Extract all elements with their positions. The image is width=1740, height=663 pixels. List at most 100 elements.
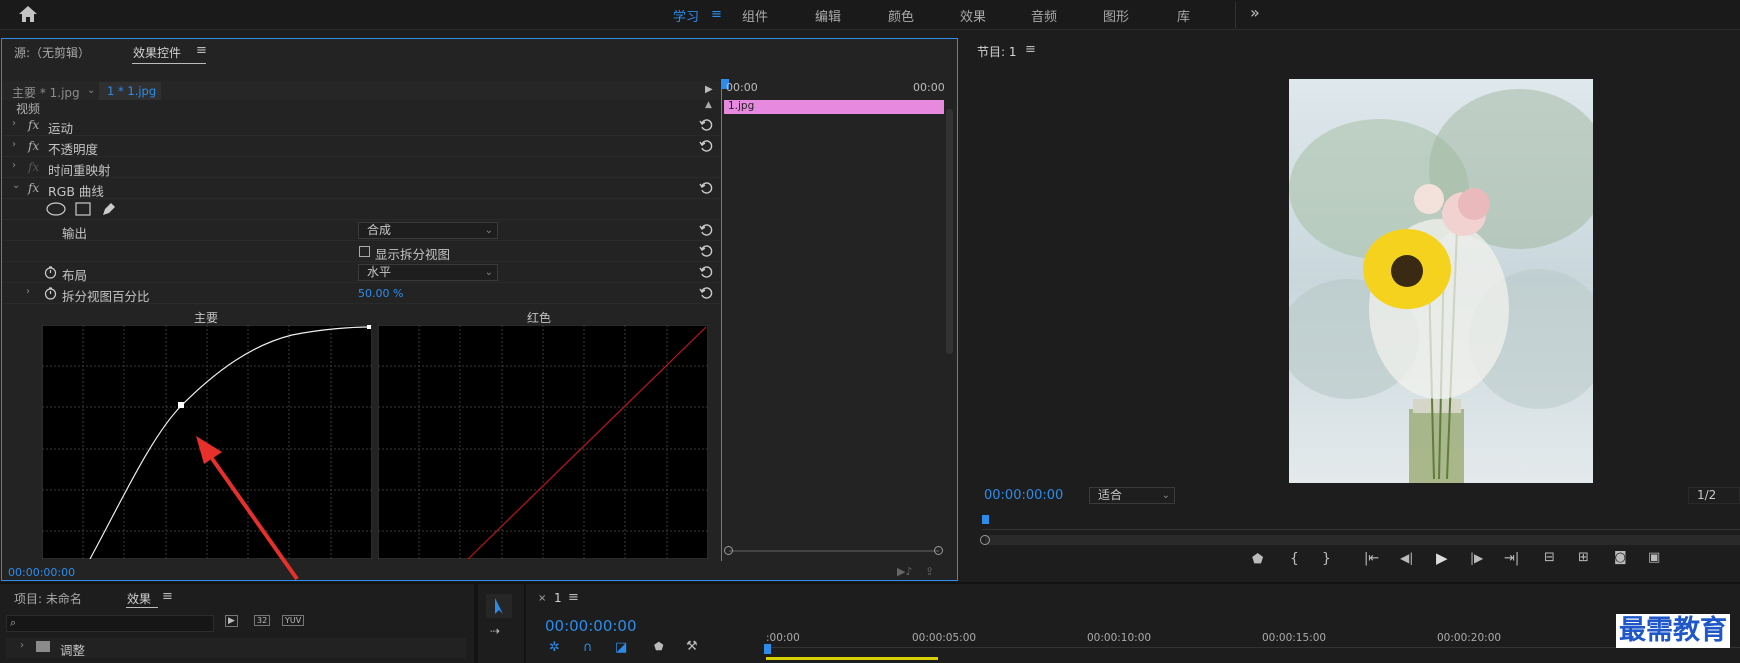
tab-project[interactable]: 项目: 未命名 [14, 590, 82, 607]
reset-icon[interactable] [699, 286, 713, 300]
layout-dropdown[interactable]: 水平 ⌄ [358, 264, 498, 281]
resolution-dropdown[interactable]: 1/2 [1688, 487, 1740, 504]
red-curve-graph[interactable] [378, 325, 708, 559]
fit-dropdown[interactable]: 适合 ⌄ [1089, 487, 1175, 504]
reset-icon[interactable] [699, 181, 713, 195]
tab-effect-controls[interactable]: 效果控件 [133, 44, 181, 61]
chevron-right-icon[interactable]: › [12, 160, 16, 171]
timeline-ruler[interactable]: :00:00 00:00:05:00 00:00:10:00 00:00:15:… [766, 632, 1740, 648]
add-marker-icon[interactable]: ⬟ [1252, 552, 1263, 567]
reset-icon[interactable] [699, 118, 713, 132]
workspace-learn[interactable]: 学习 [673, 6, 699, 25]
effect-row-time-remap[interactable]: › fx 时间重映射 [2, 157, 720, 178]
output-dropdown[interactable]: 合成 ⌄ [358, 222, 498, 239]
linked-selection-icon[interactable]: ◪ [615, 640, 627, 655]
tab-effects[interactable]: 效果 [127, 590, 151, 607]
rectangle-mask-icon[interactable] [75, 202, 91, 216]
zoom-handle-left[interactable] [724, 546, 733, 555]
collapse-icon[interactable]: ▲ [705, 100, 712, 110]
snap-icon[interactable]: ∩ [583, 640, 593, 655]
active-clip-label[interactable]: 1 * 1.jpg [107, 84, 156, 98]
workspace-effects[interactable]: 效果 [960, 6, 986, 25]
work-area-bar[interactable] [766, 657, 938, 660]
menu-icon[interactable]: ≡ [711, 7, 722, 22]
extract-icon[interactable]: ⊞ [1578, 550, 1589, 565]
reset-icon[interactable] [699, 223, 713, 237]
stopwatch-icon[interactable] [44, 287, 57, 300]
fx-icon[interactable]: fx [28, 181, 39, 195]
go-to-in-icon[interactable]: |⇤ [1364, 551, 1379, 566]
chevron-right-icon[interactable]: › [20, 640, 24, 651]
effect-controls-timecode[interactable]: 00:00:00:00 [8, 566, 75, 579]
stopwatch-icon[interactable] [44, 266, 57, 279]
panel-menu-icon[interactable]: ≡ [568, 590, 579, 605]
export-frame-icon[interactable]: ◙ [1614, 550, 1627, 565]
program-time-ruler[interactable] [982, 518, 1740, 530]
step-back-icon[interactable]: ◀| [1400, 551, 1413, 565]
lift-icon[interactable]: ⊟ [1544, 550, 1555, 565]
chevron-down-icon[interactable]: ⌄ [87, 85, 95, 96]
selection-tool-button[interactable] [486, 594, 512, 618]
fx-icon[interactable]: fx [28, 139, 39, 153]
filter-icon[interactable]: ▶♪ [897, 565, 912, 578]
effects-search-input[interactable]: ⌕ [6, 615, 214, 632]
chevron-down-icon[interactable]: ⌄ [12, 180, 20, 191]
pen-mask-icon[interactable] [101, 201, 117, 217]
chevron-right-icon[interactable]: › [12, 139, 16, 150]
32bit-effects-icon[interactable]: 32 [254, 615, 271, 626]
zoom-scrollbar[interactable] [729, 550, 939, 552]
fx-icon[interactable]: fx [28, 118, 39, 132]
close-tab-icon[interactable]: × [538, 593, 546, 604]
vertical-scrollbar[interactable] [946, 109, 953, 354]
timeline-timecode[interactable]: 00:00:00:00 [545, 617, 637, 635]
effect-row-opacity[interactable]: › fx 不透明度 [2, 136, 720, 157]
step-forward-icon[interactable]: |▶ [1470, 551, 1483, 565]
workspace-audio[interactable]: 音频 [1031, 6, 1057, 25]
wrench-icon[interactable]: ⚒ [686, 639, 698, 654]
workspace-editing[interactable]: 编辑 [815, 6, 841, 25]
go-to-out-icon[interactable]: ⇥| [1504, 551, 1519, 566]
workspace-color[interactable]: 颜色 [888, 6, 914, 25]
reset-icon[interactable] [699, 265, 713, 279]
play-icon[interactable]: ▶ [1436, 549, 1448, 567]
mark-out-icon[interactable]: } [1322, 551, 1331, 567]
split-percent-value[interactable]: 50.00 % [358, 287, 403, 300]
effect-row-motion[interactable]: › fx 运动 [2, 115, 720, 136]
reset-icon[interactable] [699, 139, 713, 153]
reset-icon[interactable] [699, 244, 713, 258]
panel-menu-icon[interactable]: ≡ [196, 43, 207, 58]
export-icon[interactable]: ⇪ [925, 565, 934, 578]
master-clip-label[interactable]: 主要 * 1.jpg [12, 84, 80, 101]
timeline-playhead[interactable] [764, 644, 771, 654]
ellipse-mask-icon[interactable] [46, 202, 66, 216]
program-title[interactable]: 节目: 1 [977, 43, 1017, 60]
workspace-assembly[interactable]: 组件 [742, 6, 768, 25]
zoom-handle-right[interactable] [934, 546, 943, 555]
more-workspaces-icon[interactable]: » [1250, 3, 1260, 22]
track-select-icon[interactable]: ⇢ [490, 624, 500, 638]
zoom-handle-left[interactable] [980, 535, 990, 545]
tab-source[interactable]: 源:（无剪辑） [14, 44, 90, 61]
effect-row-rgb-curves[interactable]: ⌄ fx RGB 曲线 [2, 178, 720, 199]
yuv-effects-icon[interactable]: YUV [282, 615, 305, 626]
mark-in-icon[interactable]: { [1290, 551, 1299, 567]
add-marker-icon[interactable]: ⬟ [654, 640, 664, 653]
chevron-right-icon[interactable]: › [12, 118, 16, 129]
panel-menu-icon[interactable]: ≡ [1025, 42, 1036, 57]
clip-bar[interactable]: 1.jpg [724, 100, 944, 114]
nest-icon[interactable]: ✲ [549, 640, 560, 655]
sequence-tab[interactable]: 1 [554, 591, 562, 605]
curve-control-point[interactable] [178, 402, 184, 408]
chevron-right-icon[interactable]: › [26, 286, 30, 297]
program-playhead[interactable] [982, 515, 989, 524]
home-icon[interactable] [18, 5, 38, 23]
play-only-icon[interactable]: ▶ [705, 84, 713, 95]
accelerated-effects-icon[interactable]: ▶ [225, 615, 238, 627]
workspace-libraries[interactable]: 库 [1177, 6, 1190, 25]
split-view-checkbox[interactable] [359, 246, 370, 257]
program-zoom-bar[interactable] [985, 535, 1740, 545]
workspace-graphics[interactable]: 图形 [1103, 6, 1129, 25]
comparison-view-icon[interactable]: ▣ [1648, 550, 1660, 565]
panel-menu-icon[interactable]: ≡ [162, 589, 173, 604]
program-timecode[interactable]: 00:00:00:00 [984, 488, 1063, 503]
